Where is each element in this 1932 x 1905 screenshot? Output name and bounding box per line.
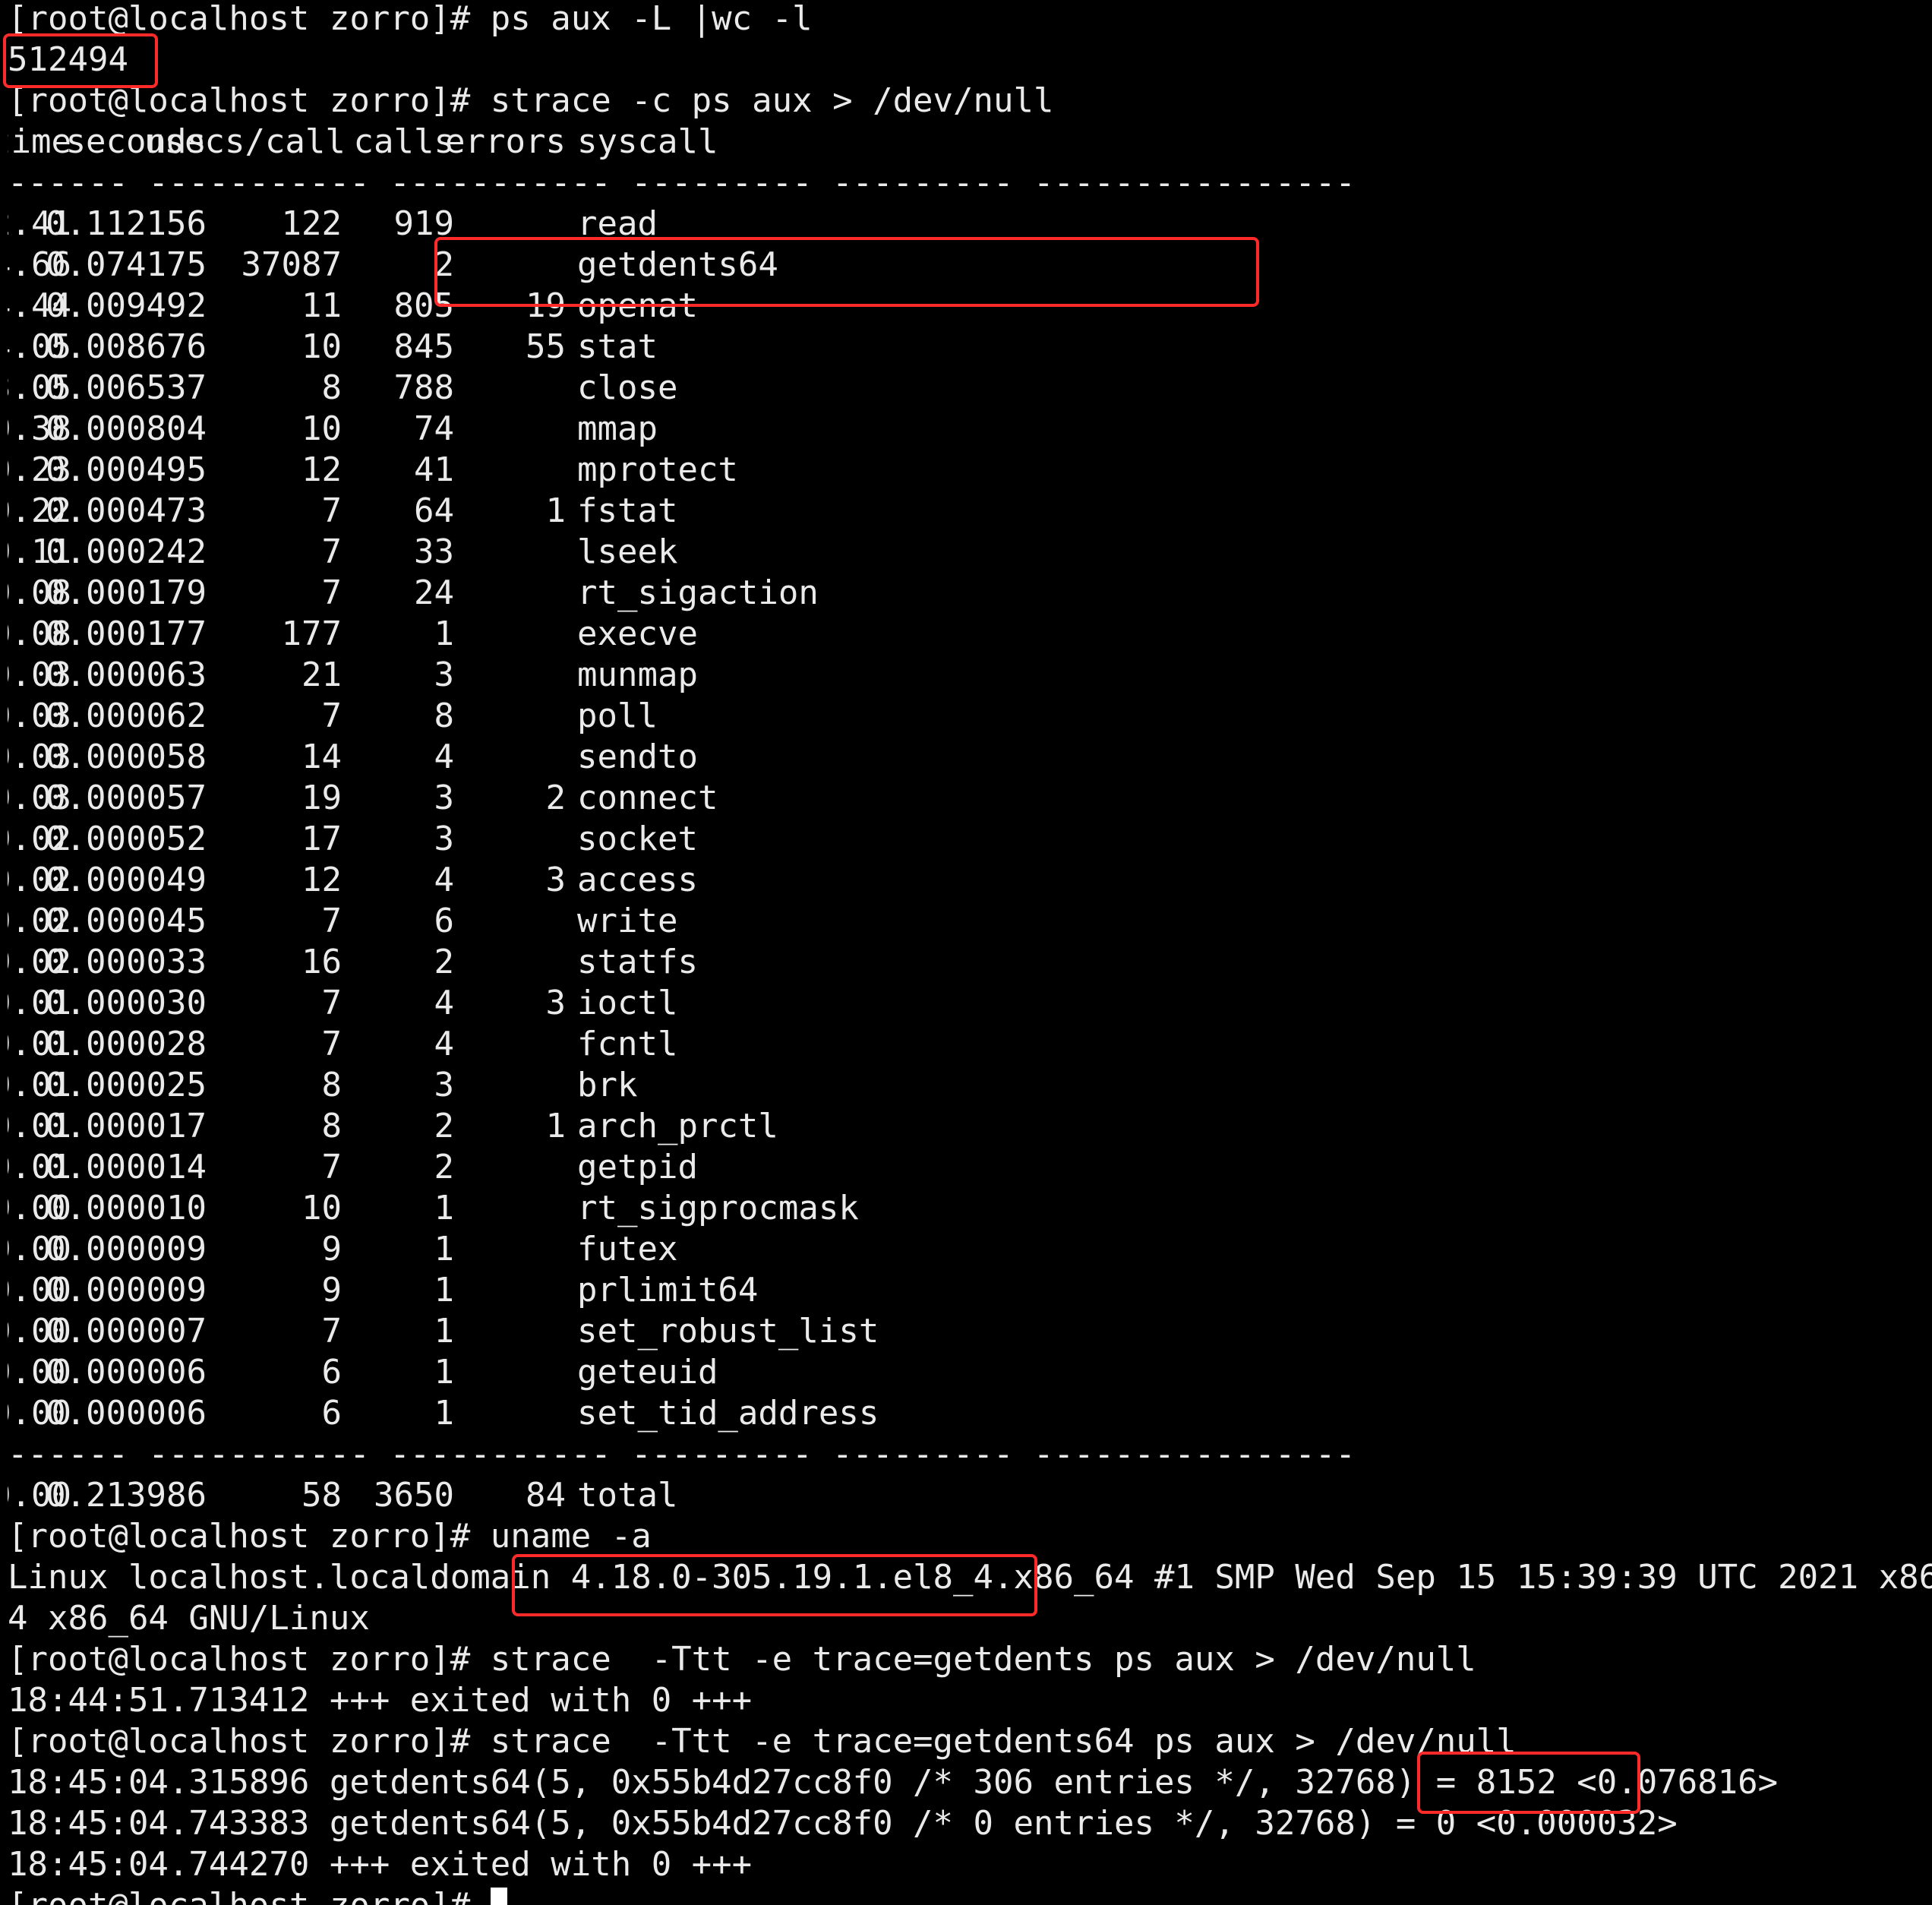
cell-syscall: read <box>577 204 658 243</box>
cell-errors: 55 <box>526 327 566 366</box>
cell-syscall: brk <box>577 1066 638 1104</box>
cell-calls: 6 <box>434 902 455 940</box>
cell-errors: 1 <box>545 491 567 530</box>
kernel-version: 4.18.0-305.19.1.el8_4.x86_64 <box>570 1558 1135 1597</box>
output-line: Linux localhost.localdomain 4.18.0-305.1… <box>8 1557 1932 1598</box>
cell-calls: 2 <box>434 943 455 981</box>
separator-text: ------ ----------- ----------- ---------… <box>8 1435 1356 1474</box>
cell-calls: 1 <box>434 614 455 653</box>
cell-syscall: mmap <box>577 409 658 448</box>
command-text: [root@localhost zorro]# strace -Ttt -e t… <box>8 1640 1476 1679</box>
cell-errors: 19 <box>526 286 566 325</box>
cell-syscall: stat <box>577 327 658 366</box>
cell-errors: errors <box>445 122 566 161</box>
cell-errors: 3 <box>545 984 567 1022</box>
cell-syscall: prlimit64 <box>577 1271 759 1309</box>
strace-table-separator: ------ ----------- ----------- ---------… <box>8 163 1356 204</box>
cell-syscall: poll <box>577 697 658 735</box>
cell-syscall: arch_prctl <box>577 1107 778 1145</box>
cell-syscall: close <box>577 368 678 407</box>
cell-syscall: access <box>577 861 698 899</box>
output-text: 18:45:04.315896 getdents64(5, 0x55b4d27c… <box>8 1763 1577 1802</box>
ps-count-value: 512494 <box>8 40 128 79</box>
cell-calls: 919 <box>393 204 454 243</box>
syscall-duration: <0.076816> <box>1577 1763 1779 1802</box>
command-text: [root@localhost zorro]# uname -a <box>8 1517 652 1556</box>
cell-syscall: geteuid <box>577 1353 718 1392</box>
cell-calls: 788 <box>393 368 454 407</box>
cell-errors: 2 <box>545 779 567 817</box>
command-line: [root@localhost zorro]# ps aux -L |wc -l <box>8 0 813 39</box>
cell-syscall: futex <box>577 1230 678 1268</box>
command-line: [root@localhost zorro]# strace -Ttt -e t… <box>8 1639 1476 1680</box>
cell-calls: 1 <box>434 1353 455 1392</box>
cell-syscall: openat <box>577 286 698 325</box>
cell-calls: 1 <box>434 1394 455 1433</box>
cell-calls: 4 <box>434 1025 455 1063</box>
command-line: [root@localhost zorro]# uname -a <box>8 1516 652 1557</box>
cell-calls: 3 <box>434 656 455 694</box>
output-text: 18:44:51.713412 +++ exited with 0 +++ <box>8 1681 753 1720</box>
cell-calls: 8 <box>434 697 455 735</box>
cursor[interactable] <box>490 1888 507 1905</box>
prompt-text: [root@localhost zorro]# <box>8 1886 491 1905</box>
cell-syscall: sendto <box>577 738 698 776</box>
cell-errors: 1 <box>545 1107 567 1145</box>
cell-calls: 74 <box>414 409 454 448</box>
cell-calls: 41 <box>414 450 454 489</box>
uname-text: Linux localhost.localdomain <box>8 1558 571 1597</box>
cell-syscall: ioctl <box>577 984 678 1022</box>
output-line: 512494 <box>8 39 128 81</box>
cell-syscall: connect <box>577 779 718 817</box>
cell-errors: 84 <box>526 1476 566 1515</box>
cell-syscall: munmap <box>577 656 698 694</box>
output-line: 4 x86_64 GNU/Linux <box>8 1598 370 1639</box>
output-line: 18:45:04.744270 +++ exited with 0 +++ <box>8 1844 752 1885</box>
cell-syscall: rt_sigaction <box>577 573 819 612</box>
command-line: [root@localhost zorro]# <box>8 1885 507 1905</box>
cell-syscall: mprotect <box>577 450 738 489</box>
cell-syscall: socket <box>577 820 698 858</box>
cell-calls: 4 <box>434 738 455 776</box>
cell-calls: 33 <box>414 532 454 571</box>
uname-text: #1 SMP Wed Sep 15 15:39:39 UTC 2021 x86_… <box>1154 1558 1932 1597</box>
cell-syscall: set_tid_address <box>577 1394 879 1433</box>
cell-syscall: execve <box>577 614 698 653</box>
strace-table-separator: ------ ----------- ----------- ---------… <box>8 1434 1356 1475</box>
command-text: [root@localhost zorro]# strace -c ps aux… <box>8 81 1054 120</box>
cell-errors: 3 <box>545 861 567 899</box>
command-text: [root@localhost zorro]# ps aux -L |wc -l <box>8 0 813 38</box>
cell-syscall: fcntl <box>577 1025 678 1063</box>
cell-syscall: set_robust_list <box>577 1312 879 1351</box>
cell-calls: 2 <box>434 1148 455 1186</box>
terminal-window[interactable]: [root@localhost zorro]# ps aux -L |wc -l… <box>8 0 1932 1905</box>
cell-calls: 3 <box>434 820 455 858</box>
cell-calls: 1 <box>434 1312 455 1351</box>
cell-calls: 2 <box>434 245 455 284</box>
uname-text: 4 x86_64 GNU/Linux <box>8 1599 370 1638</box>
cell-syscall: syscall <box>577 122 718 161</box>
cell-calls: 24 <box>414 573 454 612</box>
cell-calls: 1 <box>434 1189 455 1227</box>
cell-syscall: lseek <box>577 532 678 571</box>
cell-calls: 3 <box>434 1066 455 1104</box>
cell-syscall: write <box>577 902 678 940</box>
command-text: [root@localhost zorro]# strace -Ttt -e t… <box>8 1722 1517 1761</box>
output-line: 18:45:04.315896 getdents64(5, 0x55b4d27c… <box>8 1762 1778 1803</box>
cell-syscall: getpid <box>577 1148 698 1186</box>
command-line: [root@localhost zorro]# strace -Ttt -e t… <box>8 1721 1517 1762</box>
cell-syscall: total <box>577 1476 678 1515</box>
output-text: 18:45:04.743383 getdents64(5, 0x55b4d27c… <box>8 1804 1678 1843</box>
separator-text: ------ ----------- ----------- ---------… <box>8 163 1356 202</box>
output-text: 18:45:04.744270 +++ exited with 0 +++ <box>8 1845 753 1884</box>
output-line: 18:45:04.743383 getdents64(5, 0x55b4d27c… <box>8 1803 1678 1844</box>
output-line: 18:44:51.713412 +++ exited with 0 +++ <box>8 1680 752 1721</box>
cell-syscall: statfs <box>577 943 698 981</box>
cell-calls: 1 <box>434 1230 455 1268</box>
cell-syscall: fstat <box>577 491 678 530</box>
cell-syscall: rt_sigprocmask <box>577 1189 859 1227</box>
cell-syscall: getdents64 <box>577 245 778 284</box>
command-line: [root@localhost zorro]# strace -c ps aux… <box>8 81 1054 122</box>
cell-calls: 1 <box>434 1271 455 1309</box>
